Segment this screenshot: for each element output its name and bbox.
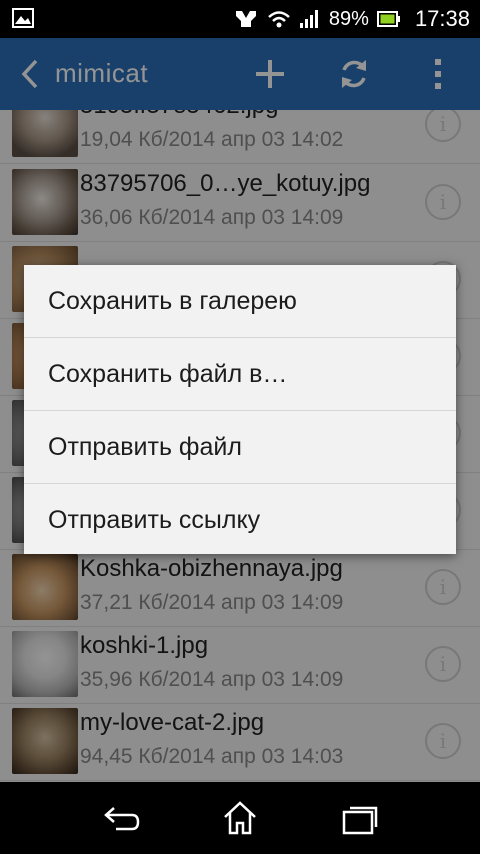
menu-item-save-to-gallery[interactable]: Сохранить в галерею [24, 265, 456, 338]
clock: 17:38 [414, 6, 470, 31]
recent-apps-icon[interactable] [340, 802, 380, 836]
menu-item-send-file[interactable]: Отправить файл [24, 411, 456, 484]
battery-icon [376, 11, 400, 27]
wifi-icon [268, 11, 290, 28]
image-icon [12, 8, 34, 28]
menu-item-save-file-to[interactable]: Сохранить файл в… [24, 338, 456, 411]
status-bar: 89% 17:38 [0, 0, 480, 38]
notification-icon [235, 11, 256, 27]
signal-icon [299, 10, 318, 28]
back-icon[interactable] [102, 804, 142, 834]
navigation-bar [0, 782, 480, 854]
menu-item-send-link[interactable]: Отправить ссылку [24, 484, 456, 556]
battery-percent: 89% [328, 7, 369, 30]
home-icon[interactable] [222, 800, 258, 836]
context-menu-dialog: Сохранить в галерею Сохранить файл в… От… [24, 265, 456, 554]
